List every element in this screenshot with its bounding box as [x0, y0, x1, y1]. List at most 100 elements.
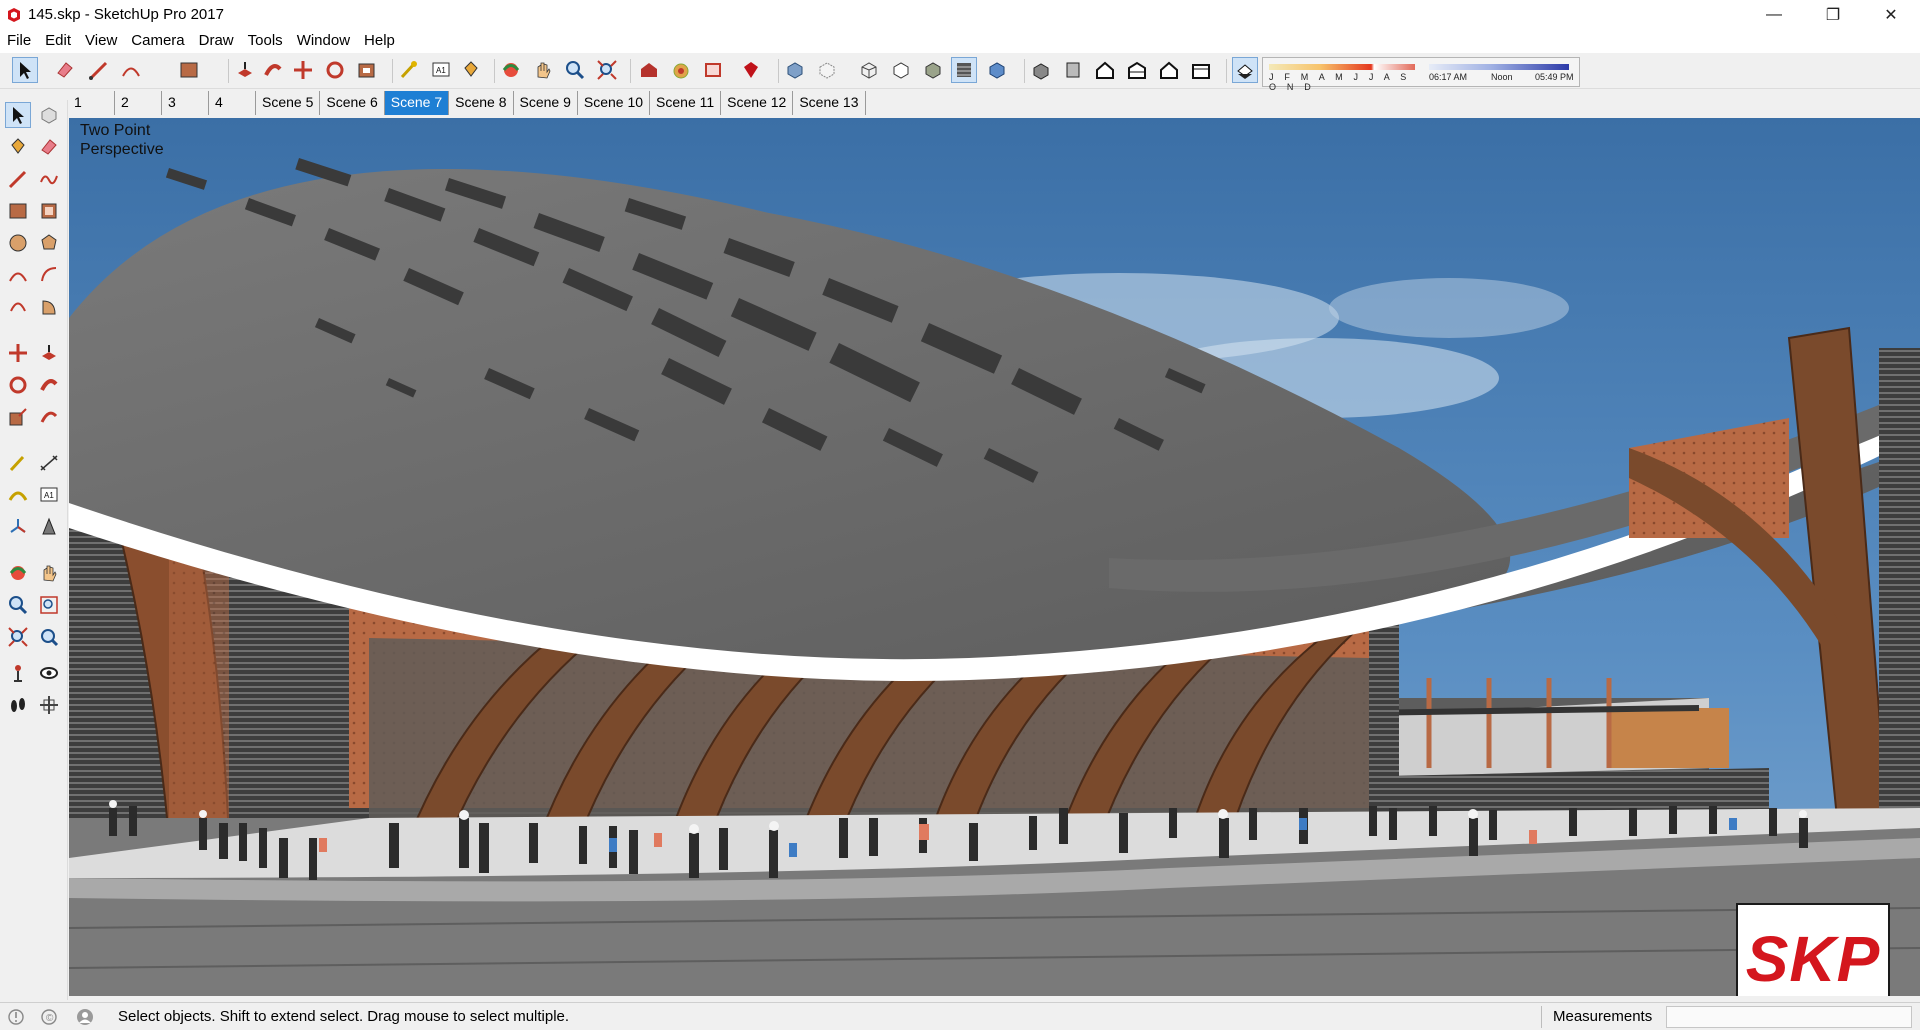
- x-ray-icon[interactable]: [782, 57, 808, 83]
- credits-icon[interactable]: ©: [40, 1008, 58, 1026]
- hidden-line-icon[interactable]: [888, 57, 914, 83]
- rotate-tool-icon[interactable]: [5, 372, 31, 398]
- 3d-text-tool-icon[interactable]: [36, 514, 62, 540]
- wireframe-icon[interactable]: [856, 57, 882, 83]
- look-around-tool-icon[interactable]: [36, 660, 62, 686]
- polygon-tool-icon[interactable]: [36, 230, 62, 256]
- push-pull-icon[interactable]: [232, 57, 258, 83]
- menu-file[interactable]: File: [0, 29, 38, 53]
- orbit-tool-icon[interactable]: [5, 560, 31, 586]
- offset-tool-icon[interactable]: [36, 404, 62, 430]
- left-view-icon[interactable]: [1188, 57, 1214, 83]
- text-tool-icon[interactable]: A1: [36, 482, 62, 508]
- zoom-window-tool-icon[interactable]: [36, 592, 62, 618]
- move-tool-icon[interactable]: [5, 340, 31, 366]
- menu-tools[interactable]: Tools: [241, 29, 290, 53]
- section-plane-tool-icon[interactable]: [36, 692, 62, 718]
- tape-measure-icon[interactable]: [396, 57, 422, 83]
- rectangle-tool-icon[interactable]: [5, 198, 31, 224]
- minimize-button[interactable]: —: [1745, 0, 1803, 29]
- measurements-input[interactable]: [1666, 1006, 1912, 1028]
- scale-tool-icon[interactable]: [5, 404, 31, 430]
- rectangle-icon[interactable]: [176, 57, 202, 83]
- monochrome-icon[interactable]: [984, 57, 1010, 83]
- close-button[interactable]: ✕: [1862, 0, 1920, 29]
- tab-scene-12[interactable]: Scene 12: [721, 91, 794, 115]
- date-slider[interactable]: [1269, 64, 1415, 70]
- dimension-tool-icon[interactable]: [36, 450, 62, 476]
- account-icon[interactable]: [76, 1008, 94, 1026]
- menu-draw[interactable]: Draw: [192, 29, 241, 53]
- paint-bucket-icon[interactable]: [458, 57, 484, 83]
- walk-tool-icon[interactable]: [5, 692, 31, 718]
- offset-icon[interactable]: [354, 57, 380, 83]
- paint-bucket-tool-icon[interactable]: [5, 134, 31, 160]
- tape-measure-tool-icon[interactable]: [5, 450, 31, 476]
- circle-tool-icon[interactable]: [5, 230, 31, 256]
- make-component-icon[interactable]: [36, 102, 62, 128]
- line-icon[interactable]: [86, 57, 112, 83]
- eraser-tool-icon[interactable]: [36, 134, 62, 160]
- pie-tool-icon[interactable]: [36, 294, 62, 320]
- right-view-icon[interactable]: [1124, 57, 1150, 83]
- rotated-rectangle-tool-icon[interactable]: [36, 198, 62, 224]
- menu-camera[interactable]: Camera: [124, 29, 191, 53]
- back-edges-icon[interactable]: [814, 57, 840, 83]
- shaded-textures-icon[interactable]: [951, 57, 977, 83]
- menu-help[interactable]: Help: [357, 29, 402, 53]
- tab-scene-3[interactable]: 3: [162, 91, 209, 115]
- zoom-extents-icon[interactable]: [594, 57, 620, 83]
- shaded-icon[interactable]: [920, 57, 946, 83]
- axes-tool-icon[interactable]: [5, 514, 31, 540]
- warehouse-icon[interactable]: [636, 57, 662, 83]
- arc-icon[interactable]: [118, 57, 144, 83]
- tab-scene-13[interactable]: Scene 13: [793, 91, 866, 115]
- layout-icon[interactable]: [700, 57, 726, 83]
- two-point-arc-tool-icon[interactable]: [36, 262, 62, 288]
- text-icon[interactable]: A1: [428, 57, 454, 83]
- tab-scene-4[interactable]: 4: [209, 91, 256, 115]
- geolocation-icon[interactable]: [7, 1008, 25, 1026]
- tab-scene-2[interactable]: 2: [115, 91, 162, 115]
- tab-scene-6[interactable]: Scene 6: [320, 91, 385, 115]
- front-view-icon[interactable]: [1092, 57, 1118, 83]
- menu-window[interactable]: Window: [290, 29, 357, 53]
- select-tool-icon[interactable]: [5, 102, 31, 128]
- tab-scene-5[interactable]: Scene 5: [256, 91, 321, 115]
- rotate-icon[interactable]: [322, 57, 348, 83]
- tab-scene-9[interactable]: Scene 9: [514, 91, 578, 115]
- freehand-tool-icon[interactable]: [36, 166, 62, 192]
- orbit-icon[interactable]: [498, 57, 524, 83]
- back-view-icon[interactable]: [1156, 57, 1182, 83]
- shadow-settings-widget[interactable]: J F M A M J J A S O N D 06:17 AM Noon 05…: [1262, 57, 1580, 92]
- maximize-button[interactable]: ❐: [1804, 0, 1862, 29]
- top-view-icon[interactable]: [1060, 57, 1086, 83]
- pan-tool-icon[interactable]: [36, 560, 62, 586]
- tab-scene-7[interactable]: Scene 7: [384, 91, 450, 115]
- tab-scene-11[interactable]: Scene 11: [650, 91, 722, 115]
- ruby-icon[interactable]: [738, 57, 764, 83]
- zoom-tool-icon[interactable]: [5, 592, 31, 618]
- iso-view-icon[interactable]: [1028, 57, 1054, 83]
- arc-tool-icon[interactable]: [5, 262, 31, 288]
- pan-icon[interactable]: [530, 57, 556, 83]
- push-pull-tool-icon[interactable]: [36, 340, 62, 366]
- menu-view[interactable]: View: [78, 29, 124, 53]
- follow-me-icon[interactable]: [260, 57, 286, 83]
- time-slider[interactable]: [1429, 64, 1569, 70]
- three-point-arc-tool-icon[interactable]: [5, 294, 31, 320]
- line-tool-icon[interactable]: [5, 166, 31, 192]
- menu-edit[interactable]: Edit: [38, 29, 78, 53]
- shadows-toggle-icon[interactable]: [1232, 57, 1258, 83]
- extension-warehouse-icon[interactable]: [668, 57, 694, 83]
- tab-scene-8[interactable]: Scene 8: [449, 91, 514, 115]
- select-icon[interactable]: [12, 57, 38, 83]
- model-viewport[interactable]: Two Point Perspective SKP: [69, 118, 1920, 996]
- follow-me-tool-icon[interactable]: [36, 372, 62, 398]
- tab-scene-1[interactable]: 1: [68, 91, 115, 115]
- tab-scene-10[interactable]: Scene 10: [578, 91, 651, 115]
- position-camera-tool-icon[interactable]: [5, 660, 31, 686]
- eraser-icon[interactable]: [52, 57, 78, 83]
- previous-view-icon[interactable]: [36, 624, 62, 650]
- protractor-tool-icon[interactable]: [5, 482, 31, 508]
